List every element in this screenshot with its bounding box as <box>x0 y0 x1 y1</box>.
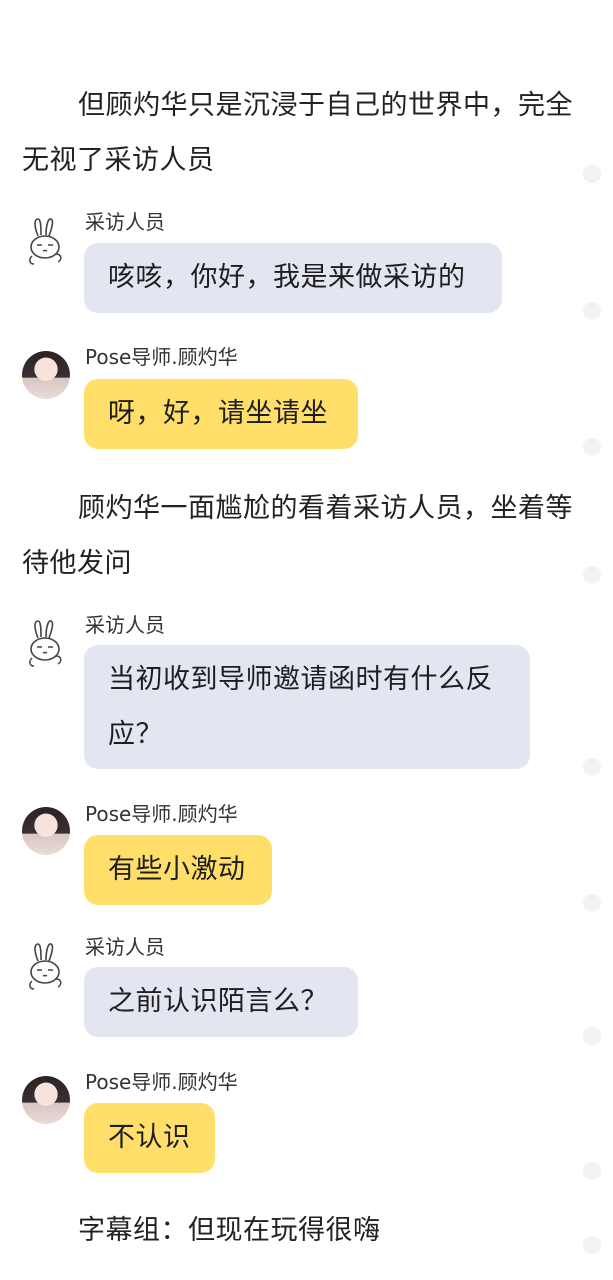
narration-text: 但顾灼华只是沉浸于自己的世界中，完全无视了采访人员 <box>22 90 573 176</box>
interviewer-avatar[interactable] <box>22 216 70 265</box>
side-dot <box>583 302 601 320</box>
side-dot <box>583 438 601 456</box>
side-dot <box>583 1027 601 1045</box>
mentor-avatar[interactable] <box>22 1076 70 1124</box>
side-dot <box>583 758 601 776</box>
message-bubble: 当初收到导师邀请函时有什么反应？ <box>84 645 530 769</box>
side-dot <box>583 165 601 183</box>
interviewer-avatar[interactable] <box>22 941 70 990</box>
speaker-name: Pose导师.顾灼华 <box>85 802 238 826</box>
side-dot <box>583 1236 601 1254</box>
speaker-name: Pose导师.顾灼华 <box>85 345 238 369</box>
message-bubble: 之前认识陌言么？ <box>84 967 358 1037</box>
message-bubble: 咳咳，你好，我是来做采访的 <box>84 243 502 313</box>
interviewer-avatar[interactable] <box>22 618 70 667</box>
mentor-avatar[interactable] <box>22 807 70 855</box>
speaker-name: Pose导师.顾灼华 <box>85 1070 238 1094</box>
speaker-name: 采访人员 <box>85 210 165 234</box>
speaker-name: 采访人员 <box>85 935 165 959</box>
rabbit-doodle-icon <box>29 218 62 265</box>
narration-text: 字幕组：但现在玩得很嗨 <box>78 1215 381 1246</box>
narration-text: 顾灼华一面尴尬的看着采访人员，坐着等待他发问 <box>22 493 573 579</box>
side-dot <box>583 894 601 912</box>
side-dot <box>583 1162 601 1180</box>
side-dot <box>583 566 601 584</box>
message-bubble: 有些小激动 <box>84 835 272 905</box>
message-bubble: 呀，好，请坐请坐 <box>84 379 358 449</box>
rabbit-doodle-icon <box>29 620 62 667</box>
mentor-avatar[interactable] <box>22 351 70 399</box>
message-bubble: 不认识 <box>84 1103 215 1173</box>
rabbit-doodle-icon <box>29 943 62 990</box>
speaker-name: 采访人员 <box>85 613 165 637</box>
